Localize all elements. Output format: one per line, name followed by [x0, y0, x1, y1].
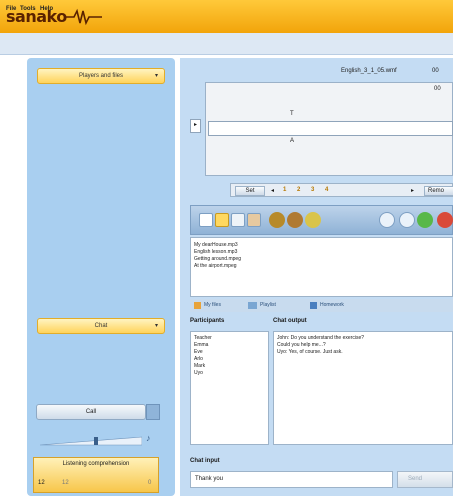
status-count-last: 0 [148, 480, 152, 486]
activity-status-box: Listening comprehension 12 12 0 [33, 457, 159, 493]
track-marker-icon: ▸ [194, 122, 198, 128]
student-track-label: A [290, 138, 295, 144]
participant-item[interactable]: Mark [194, 363, 205, 370]
bookmark-1[interactable]: 1 [283, 187, 286, 193]
chat-message: Uyo: Yes, of course. Just ask. [277, 349, 343, 355]
menu-file[interactable]: File [6, 6, 16, 12]
bookmark-3[interactable]: 3 [311, 187, 314, 193]
call-options-button[interactable] [146, 404, 160, 420]
rewind-icon[interactable] [399, 212, 415, 228]
tab-playlist[interactable]: Playlist [260, 302, 276, 308]
loop-icon[interactable] [305, 212, 321, 228]
chat-output: John: Do you understand the exercise? Co… [273, 331, 453, 445]
chevron-down-icon: ▾ [154, 73, 158, 79]
playlist-icon [248, 302, 257, 309]
chat-input[interactable]: Thank you [190, 471, 393, 488]
chat-message: John: Do you understand the exercise? [277, 335, 364, 341]
bookmark-2[interactable]: 2 [297, 187, 300, 193]
previous-bookmark-icon[interactable]: ◂ [271, 187, 274, 194]
remove-bookmark-button[interactable]: Remo [424, 186, 453, 196]
file-list-item[interactable]: English lesson.mp3 [194, 249, 237, 255]
call-button-label: Call [85, 409, 97, 415]
sound-wave-logo-icon [66, 8, 102, 26]
next-bookmark-icon[interactable]: ▸ [411, 187, 414, 194]
participant-item[interactable]: Eve [194, 349, 203, 356]
menu-help[interactable]: Help [40, 6, 53, 12]
send-button-label: Send [408, 476, 423, 482]
participants-label: Participants [190, 318, 225, 324]
participant-item[interactable]: Teacher [194, 335, 212, 342]
menu-bar [0, 33, 453, 55]
file-tabs: My files Playlist Homework [190, 299, 453, 312]
save-icon[interactable] [231, 213, 245, 227]
tab-homework[interactable]: Homework [320, 302, 344, 308]
media-filename-suffix: 00 [432, 68, 439, 74]
volume-slider[interactable] [40, 436, 142, 446]
previous-icon[interactable] [379, 212, 395, 228]
send-button[interactable]: Send [397, 471, 453, 488]
players-and-files-button[interactable]: Players and files ▾ [37, 68, 165, 84]
chat-input-label: Chat input [190, 458, 220, 464]
bookmark-4[interactable]: 4 [325, 187, 328, 193]
homework-icon [310, 302, 317, 309]
media-filename: English_3_1_05.wmf [341, 68, 397, 74]
media-file-list: My dearHouse.mp3 English lesson.mp3 Gett… [190, 237, 453, 297]
record-icon[interactable] [437, 212, 453, 228]
chat-button-label: Chat [94, 323, 108, 329]
status-count-right: 12 [62, 480, 69, 486]
speaker-icon: ♪ [146, 433, 151, 443]
file-list-item[interactable]: Getting around.mpeg [194, 256, 241, 262]
edit-icon[interactable] [247, 213, 261, 227]
play-icon[interactable] [417, 212, 433, 228]
bookmark-bar: Set ◂ 1 2 3 4 ▸ Remo [230, 183, 453, 197]
new-file-icon[interactable] [199, 213, 213, 227]
players-and-files-label: Players and files [78, 73, 124, 79]
menu-tools[interactable]: Tools [20, 6, 36, 12]
open-folder-icon[interactable] [215, 213, 229, 227]
chat-button[interactable]: Chat ▾ [37, 318, 165, 334]
activity-panel [27, 58, 175, 496]
time-readout: 00 [434, 86, 441, 92]
file-list-item[interactable]: My dearHouse.mp3 [194, 242, 238, 248]
teacher-track-label: T [290, 111, 294, 117]
call-button[interactable]: Call [36, 404, 146, 420]
chevron-down-icon: ▾ [154, 323, 158, 329]
status-count-left: 12 [38, 480, 45, 486]
participants-list: Teacher Emma Eve Arlo Mark Uyo [190, 331, 269, 445]
activity-status-title: Listening comprehension [62, 461, 130, 467]
chat-message: Could you help me...? [277, 342, 326, 348]
participant-item[interactable]: Uyo [194, 370, 203, 377]
chat-output-label: Chat output [273, 318, 307, 324]
file-list-item[interactable]: At the airport.mpeg [194, 263, 237, 269]
player-toolbar [190, 205, 453, 235]
set-bookmark-button[interactable]: Set [235, 186, 265, 196]
compare-mode-icon[interactable] [287, 212, 303, 228]
record-mode-icon[interactable] [269, 212, 285, 228]
participant-item[interactable]: Arlo [194, 356, 203, 363]
tab-my-files[interactable]: My files [204, 302, 221, 308]
audio-track[interactable] [208, 121, 453, 136]
participant-item[interactable]: Emma [194, 342, 208, 349]
my-files-icon [194, 302, 201, 309]
